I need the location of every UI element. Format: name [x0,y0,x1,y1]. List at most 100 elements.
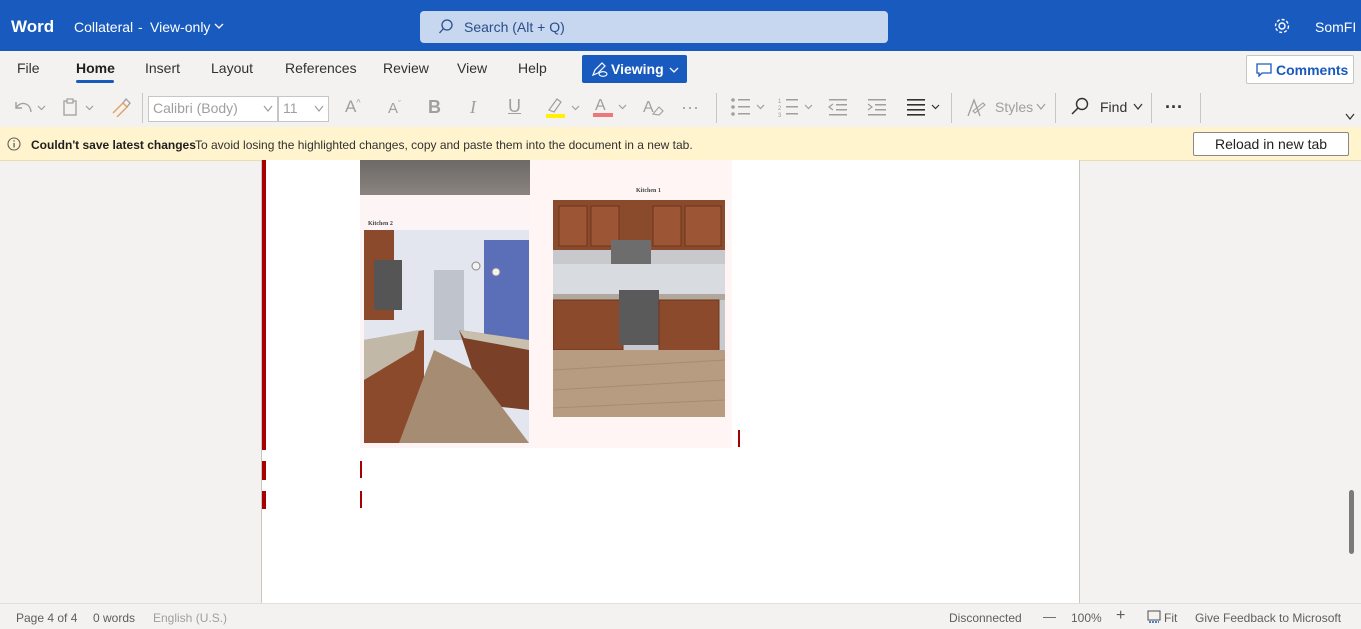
svg-text:1: 1 [778,99,782,105]
chevron-down-icon [669,67,679,73]
comment-icon [1256,63,1272,77]
chevron-down-icon [263,105,273,112]
search-input[interactable]: Search (Alt + Q) [420,11,888,43]
styles-icon[interactable] [965,97,987,119]
font-size-dropdown[interactable]: 11 [278,96,329,122]
tab-home[interactable]: Home [76,60,115,76]
toolbar-separator [951,93,952,123]
paste-icon[interactable] [62,97,98,117]
italic-icon[interactable]: I [470,97,476,118]
comments-label: Comments [1276,62,1349,78]
user-name[interactable]: SomFI [1315,19,1356,35]
zoom-out-button[interactable]: — [1043,609,1056,624]
toolbar-separator [1200,93,1201,123]
vertical-scrollbar-thumb[interactable] [1349,490,1354,554]
more-font-options-icon[interactable]: ··· [681,97,699,118]
language[interactable]: English (U.S.) [153,611,227,625]
highlight-icon[interactable] [545,96,583,120]
kitchen-1-caption: Kitchen 1 [636,188,661,194]
chevron-down-icon [314,105,324,112]
search-icon [439,19,453,34]
active-tab-indicator [76,80,114,83]
kitchen-2-caption: Kitchen 2 [368,221,393,227]
find-label[interactable]: Find [1100,99,1127,115]
warning-title: Couldn't save latest changes [31,138,196,152]
chevron-down-icon[interactable] [1133,103,1143,111]
tab-insert[interactable]: Insert [145,60,180,76]
toolbar-separator [1055,93,1056,123]
fit-icon[interactable] [1147,610,1161,623]
change-marker [262,491,266,509]
undo-icon[interactable] [12,98,46,116]
svg-text:A: A [595,97,606,114]
toolbar-separator [716,93,717,123]
info-icon [7,137,21,151]
tab-layout[interactable]: Layout [211,60,253,76]
cursor-marker [360,461,362,478]
svg-text:3: 3 [778,113,782,117]
chevron-down-icon[interactable] [1036,103,1046,111]
svg-text:A: A [643,99,654,116]
bullets-icon[interactable] [730,97,770,117]
status-bar: Page 4 of 4 0 words English (U.S.) Disco… [0,603,1361,629]
change-marker [262,160,266,450]
more-options-icon[interactable]: ··· [1165,97,1183,118]
font-name-dropdown[interactable]: Calibri (Body) [148,96,278,122]
shrink-font-icon[interactable]: Aˇ [388,99,401,117]
reload-new-tab-button[interactable]: Reload in new tab [1193,132,1349,156]
font-size-value: 11 [283,100,298,116]
tab-review[interactable]: Review [383,60,429,76]
tab-help[interactable]: Help [518,60,547,76]
chevron-down-icon[interactable] [214,21,224,31]
increase-indent-icon[interactable] [866,97,888,117]
cursor-marker [738,430,740,447]
font-name-value: Calibri (Body) [153,100,238,116]
viewing-label: Viewing [611,61,664,77]
title-bar: Word Collateral - View-only Search (Alt … [0,0,1361,51]
photo-fragment [360,160,531,195]
chevron-down-icon[interactable] [1345,113,1355,121]
svg-text:2: 2 [778,106,782,112]
font-color-icon[interactable]: A [592,95,630,119]
tab-file[interactable]: File [17,60,40,76]
word-count[interactable]: 0 words [93,611,135,625]
document-page[interactable]: Kitchen 1 Kitchen 2 [261,160,1080,603]
search-placeholder: Search (Alt + Q) [464,19,565,35]
document-title[interactable]: Collateral [74,19,133,35]
fit-label[interactable]: Fit [1164,611,1177,625]
numbering-icon[interactable]: 1 2 3 [778,97,818,117]
grow-font-icon[interactable]: A^ [345,97,361,117]
kitchen-1-photo [553,200,725,417]
feedback-link[interactable]: Give Feedback to Microsoft [1195,611,1341,625]
bold-icon[interactable]: B [428,97,441,118]
kitchen-2-photo [364,230,529,443]
zoom-level[interactable]: 100% [1071,611,1102,625]
kitchen-photos-image[interactable]: Kitchen 1 Kitchen 2 [360,160,732,448]
comments-button[interactable]: Comments [1246,55,1354,84]
toolbar-separator [1151,93,1152,123]
warning-message: To avoid losing the highlighted changes,… [195,138,693,152]
toolbar-separator [142,93,143,123]
align-icon[interactable] [906,98,944,116]
page-count[interactable]: Page 4 of 4 [16,611,77,625]
tab-view[interactable]: View [457,60,487,76]
decrease-indent-icon[interactable] [827,97,849,117]
format-painter-icon[interactable] [110,97,132,117]
app-name[interactable]: Word [11,17,54,37]
viewing-mode-button[interactable]: Viewing [582,55,687,83]
home-toolbar: Calibri (Body) 11 A^ Aˇ B I U A A ··· 1 … [0,89,1361,127]
save-warning-bar: Couldn't save latest changes To avoid lo… [0,127,1361,161]
connection-status: Disconnected [949,611,1022,625]
gear-icon[interactable] [1273,17,1291,35]
title-separator: - [138,19,143,35]
zoom-in-button[interactable]: + [1116,607,1125,625]
tab-references[interactable]: References [285,60,357,76]
find-icon[interactable] [1070,97,1090,117]
pen-eye-icon [591,62,608,77]
clear-formatting-icon[interactable]: A [641,96,665,118]
underline-icon[interactable]: U [508,96,521,117]
cursor-marker [360,491,362,508]
view-only-label[interactable]: View-only [150,19,210,35]
styles-label[interactable]: Styles [995,99,1033,115]
ribbon-tabs: File Home Insert Layout References Revie… [0,51,1361,89]
